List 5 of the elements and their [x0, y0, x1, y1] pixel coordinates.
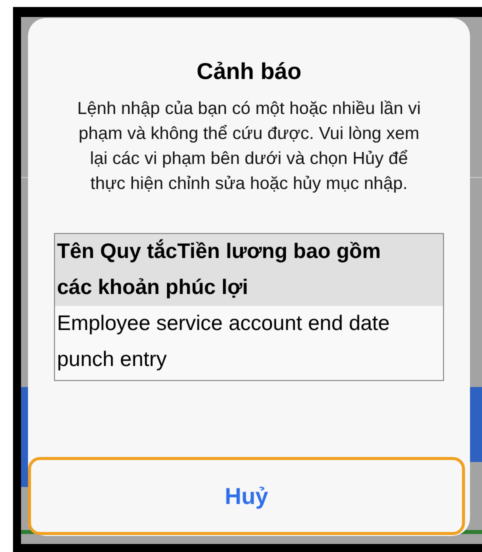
dialog-message: Lệnh nhập của bạn có một hoặc nhiều lần vi phạm và không thể cứu được. Vui lòng xem lại các vi phạm bên dưới và chọn Hủy để thực hiện chỉnh sửa hoặc hủy mục nhập. — [76, 97, 422, 195]
dialog-title: Cảnh báo — [196, 57, 302, 86]
cancel-button[interactable]: Huỷ — [28, 457, 465, 535]
table-cell-text: Employee service account end date punch entry — [56, 311, 391, 373]
table-header: Tên Quy tắcTiền lương bao gồm các khoản phúc lợi — [55, 234, 443, 306]
